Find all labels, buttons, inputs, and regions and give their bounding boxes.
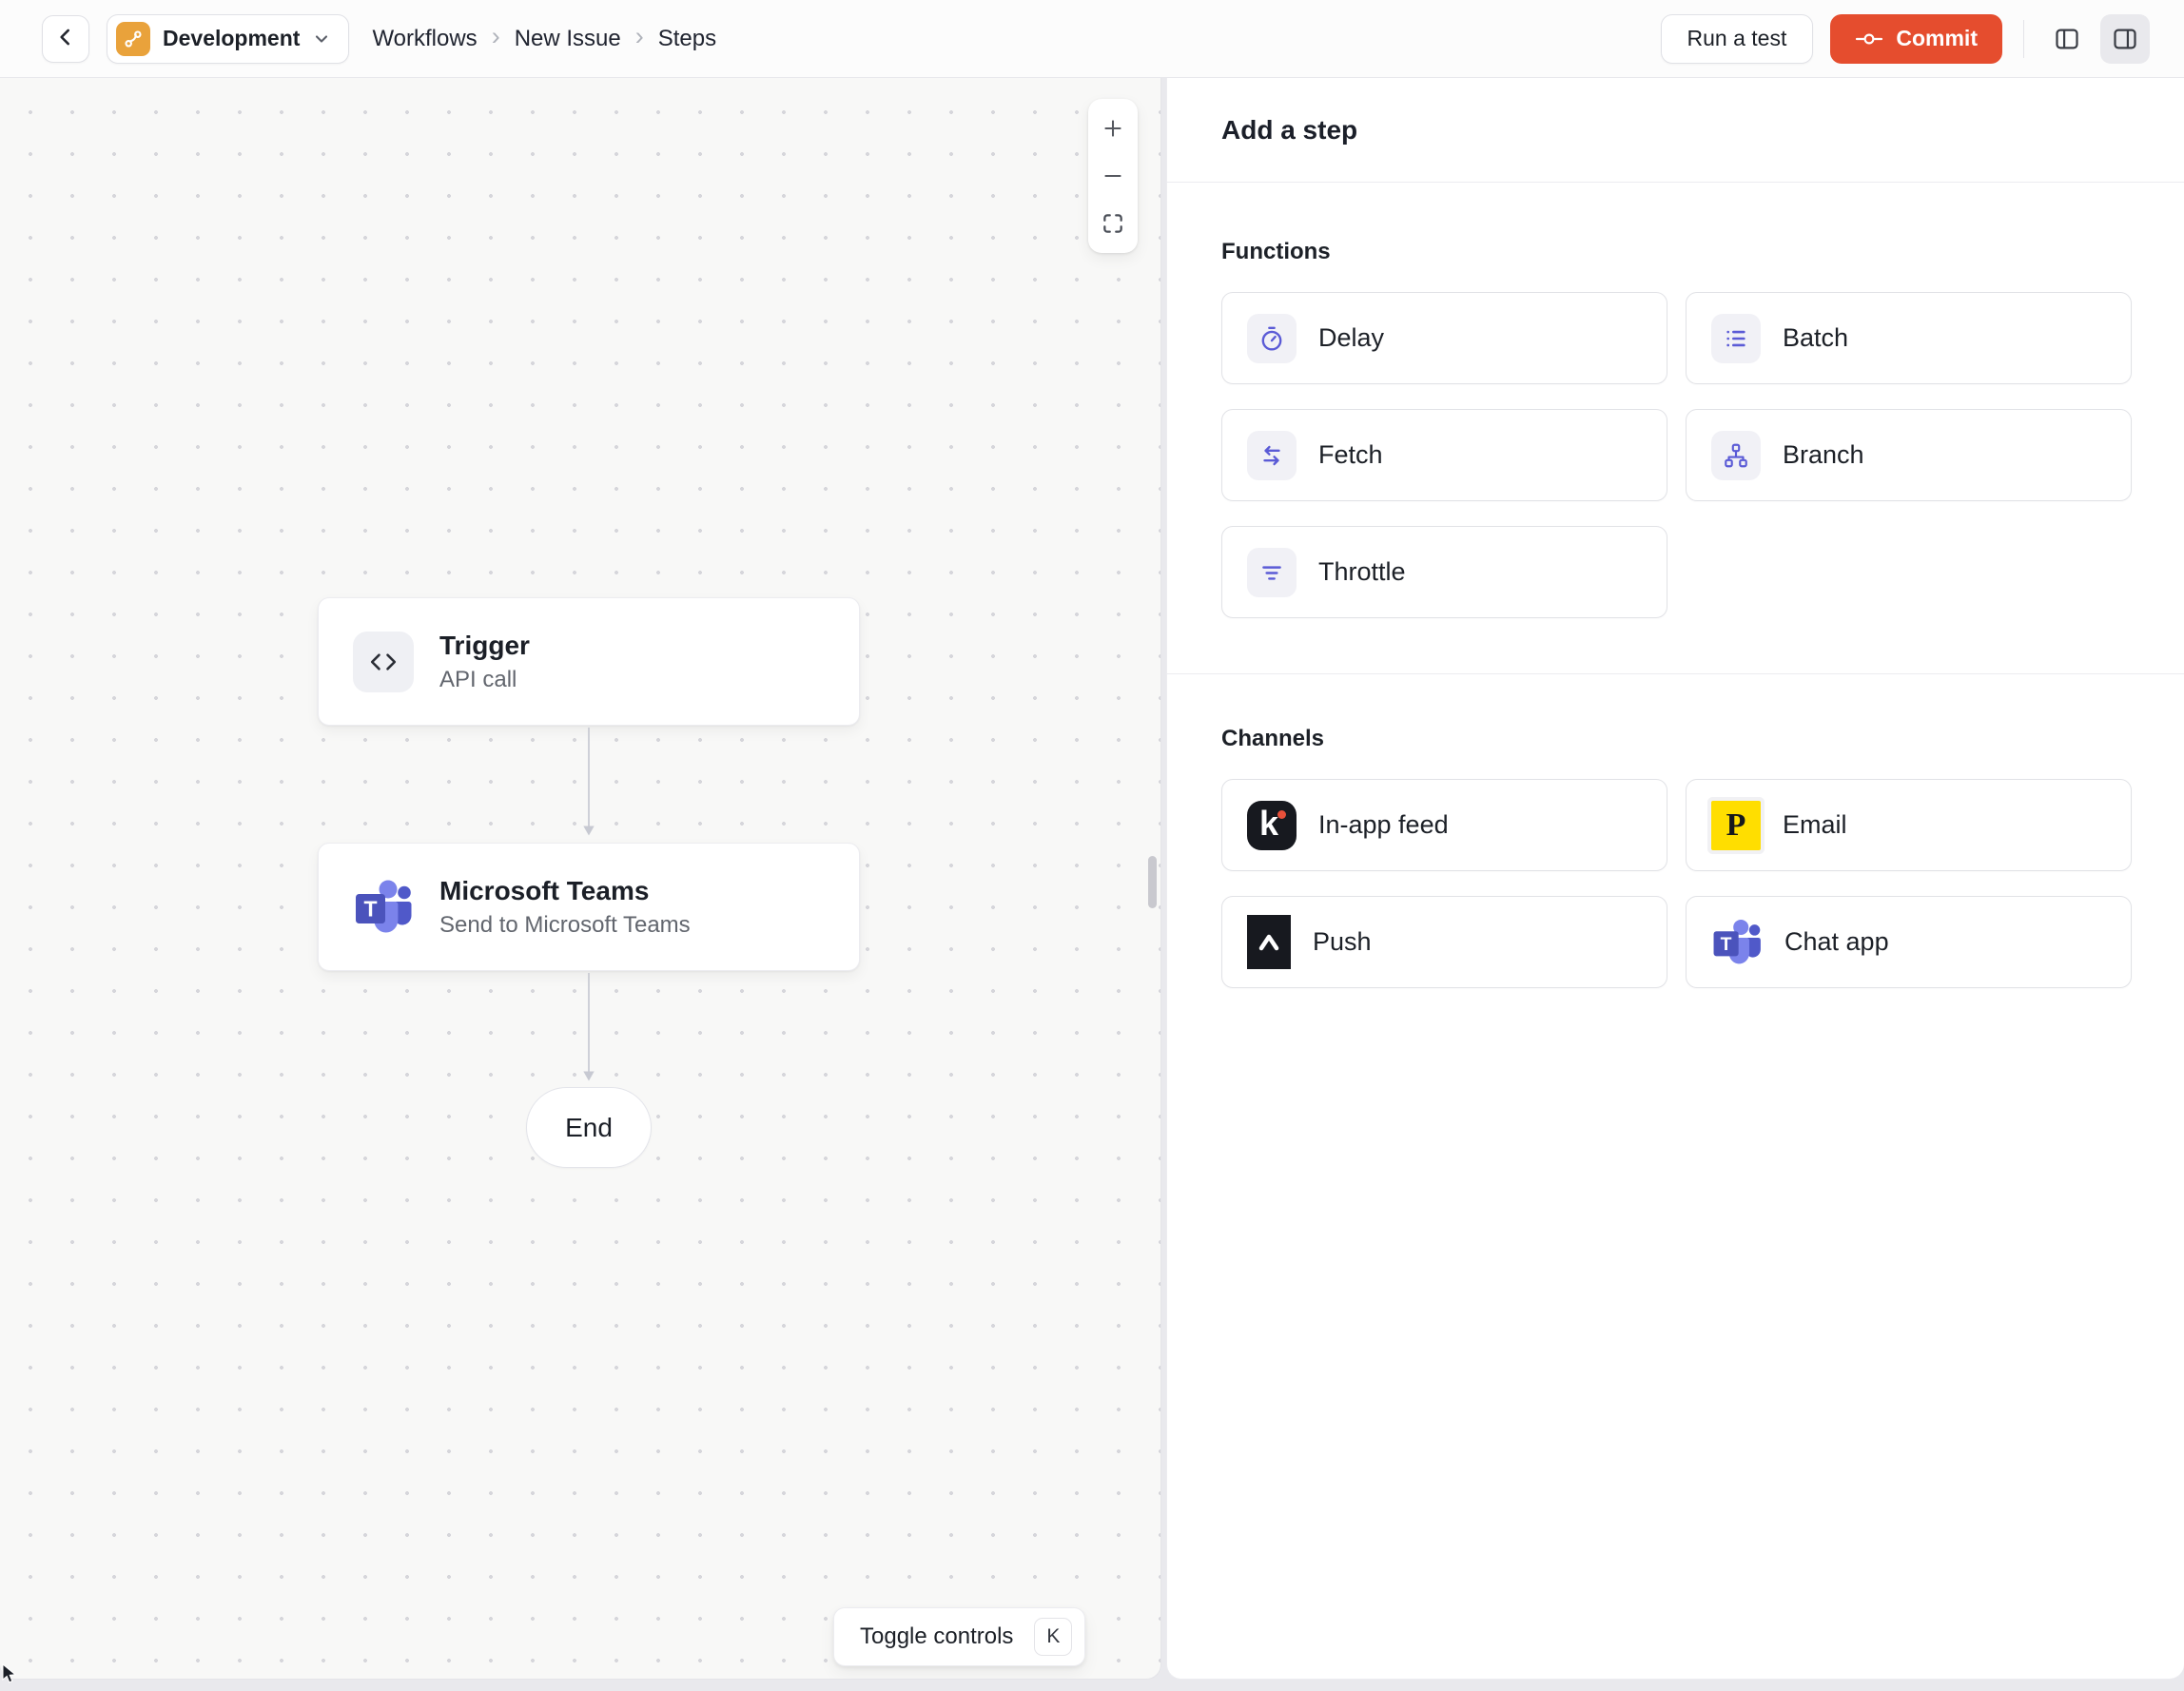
channels-section-label: Channels	[1221, 726, 1325, 751]
edge-arrow	[583, 973, 595, 1081]
step-card-label: Batch	[1783, 323, 1849, 352]
breadcrumb-current-page: Steps	[657, 25, 717, 51]
header-actions: Run a test Commit	[1660, 13, 2150, 64]
step-card-delay[interactable]: Delay	[1221, 292, 1667, 384]
toggle-right-panel-button[interactable]	[2100, 13, 2150, 64]
knock-logo-dot	[1277, 809, 1286, 819]
panel-title: Add a step	[1221, 114, 1358, 145]
zoom-out-button[interactable]	[1088, 152, 1138, 200]
step-card-throttle[interactable]: Throttle	[1221, 526, 1667, 618]
funnel-icon	[1247, 547, 1297, 597]
plus-icon	[1101, 116, 1125, 141]
environment-label: Development	[163, 26, 301, 50]
branch-tree-icon	[1711, 430, 1761, 480]
chevron-down-icon	[312, 29, 331, 49]
step-card-branch[interactable]: Branch	[1686, 409, 2132, 501]
header-divider	[2023, 19, 2024, 58]
swap-arrows-icon	[1247, 430, 1297, 480]
mouse-cursor	[2, 1662, 19, 1689]
commit-button-label: Commit	[1896, 26, 1978, 50]
toggle-controls-label: Toggle controls	[860, 1623, 1014, 1649]
panel-left-icon	[2054, 26, 2080, 52]
fit-view-button[interactable]	[1088, 200, 1138, 247]
commit-button[interactable]: Commit	[1830, 13, 2002, 64]
code-icon	[353, 631, 414, 692]
channels-section: Channels k In-app feed P Email Push T Ch…	[1221, 726, 2132, 988]
canvas-zoom-controls	[1088, 99, 1138, 253]
panel-body: Functions Delay Batch Fetch Branch Throt…	[1167, 183, 2184, 988]
trigger-node[interactable]: Trigger API call	[318, 597, 860, 726]
list-icon	[1711, 313, 1761, 363]
add-step-panel: Add a step Functions Delay Batch Fetch B…	[1166, 78, 2184, 1680]
svg-text:T: T	[363, 896, 377, 921]
step-card-email[interactable]: P Email	[1686, 779, 2132, 871]
keyboard-shortcut-badge: K	[1034, 1618, 1073, 1656]
minus-icon	[1101, 164, 1125, 188]
step-card-label: Chat app	[1784, 927, 1889, 956]
step-card-push[interactable]: Push	[1221, 896, 1667, 988]
functions-section: Functions Delay Batch Fetch Branch Throt…	[1221, 239, 2132, 618]
postmark-letter: P	[1726, 807, 1746, 843]
breadcrumb-workflow-name[interactable]: New Issue	[515, 26, 621, 52]
postmark-logo-icon: P	[1711, 800, 1761, 850]
environment-switcher[interactable]: Development	[107, 13, 350, 64]
edge-arrow	[583, 728, 595, 836]
breadcrumb: Workflows › New Issue › Steps	[372, 22, 717, 53]
timer-icon	[1247, 313, 1297, 363]
step-card-label: Email	[1783, 810, 1847, 839]
step-card-fetch[interactable]: Fetch	[1221, 409, 1667, 501]
main-area: Trigger API call T Microsoft Teams Send …	[0, 78, 2184, 1691]
knock-letter: k	[1258, 803, 1279, 843]
commit-icon	[1855, 31, 1883, 47]
knock-logo-icon: k	[1247, 800, 1297, 850]
end-node-label: End	[565, 1112, 613, 1142]
step-card-batch[interactable]: Batch	[1686, 292, 2132, 384]
breadcrumb-workflows[interactable]: Workflows	[372, 26, 477, 52]
workflow-canvas[interactable]: Trigger API call T Microsoft Teams Send …	[0, 78, 1161, 1680]
workflow-editor: Development Workflows › New Issue › Step…	[0, 0, 2184, 1691]
step-card-label: Push	[1313, 927, 1372, 956]
functions-section-label: Functions	[1221, 239, 1331, 264]
fullscreen-icon	[1101, 211, 1125, 236]
microsoft-teams-icon: T	[1711, 917, 1763, 968]
end-node[interactable]: End	[526, 1087, 652, 1168]
step-card-label: Delay	[1318, 323, 1385, 352]
chevron-left-icon	[53, 25, 78, 52]
node-title: Microsoft Teams	[439, 876, 650, 906]
git-branch-icon	[116, 21, 150, 56]
node-subtitle: Send to Microsoft Teams	[439, 911, 691, 938]
node-title: Trigger	[439, 631, 530, 661]
canvas-scrollbar[interactable]	[1148, 856, 1157, 908]
step-card-chat-app[interactable]: T Chat app	[1686, 896, 2132, 988]
channels-grid: k In-app feed P Email Push T Chat app	[1221, 779, 2132, 988]
zoom-in-button[interactable]	[1088, 105, 1138, 152]
node-subtitle: API call	[439, 666, 517, 692]
functions-grid: Delay Batch Fetch Branch Throttle	[1221, 292, 2132, 618]
panel-right-icon	[2112, 26, 2138, 52]
step-card-label: Throttle	[1318, 557, 1406, 586]
section-divider	[1167, 673, 2184, 674]
panel-header: Add a step	[1167, 78, 2184, 183]
push-chevron-icon	[1247, 915, 1291, 969]
breadcrumb-separator: ›	[634, 22, 644, 50]
microsoft-teams-node[interactable]: T Microsoft Teams Send to Microsoft Team…	[318, 843, 860, 971]
toggle-left-panel-button[interactable]	[2045, 17, 2089, 61]
breadcrumb-separator: ›	[491, 22, 500, 50]
toggle-controls-button[interactable]: Toggle controls K	[833, 1607, 1086, 1666]
step-card-label: In-app feed	[1318, 810, 1449, 839]
step-card-in-app-feed[interactable]: k In-app feed	[1221, 779, 1667, 871]
run-test-button[interactable]: Run a test	[1660, 13, 1814, 64]
step-card-label: Branch	[1783, 440, 1864, 469]
step-card-label: Fetch	[1318, 440, 1383, 469]
top-bar: Development Workflows › New Issue › Step…	[0, 0, 2184, 78]
back-button[interactable]	[42, 14, 89, 63]
svg-text:T: T	[1721, 934, 1732, 955]
microsoft-teams-icon: T	[353, 877, 414, 938]
